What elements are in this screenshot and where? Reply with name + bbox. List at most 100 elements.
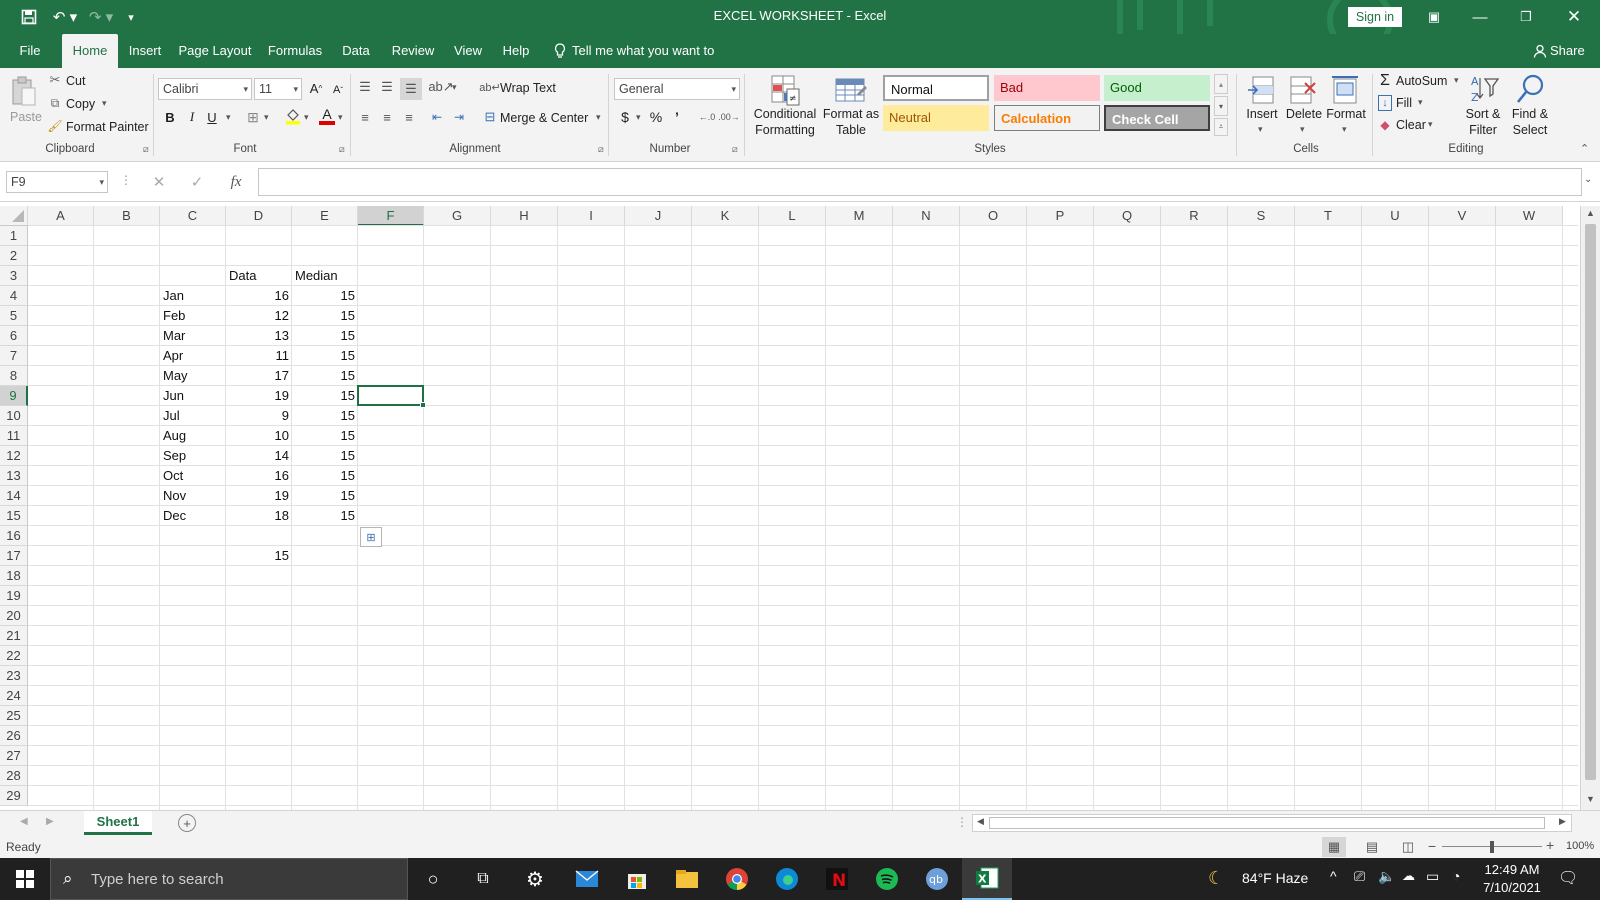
align-left-icon[interactable]: ≡ [356, 108, 374, 126]
row-header-24[interactable]: 24 [0, 686, 28, 706]
underline-button[interactable]: U [204, 107, 220, 127]
column-header-E[interactable]: E [292, 206, 358, 226]
column-header-R[interactable]: R [1161, 206, 1228, 226]
column-header-I[interactable]: I [558, 206, 625, 226]
paste-button[interactable]: Paste [10, 110, 42, 124]
sort-filter-icon[interactable]: AZ [1468, 72, 1500, 106]
insert-dropdown-icon[interactable]: ▾ [1258, 124, 1263, 135]
fill-button[interactable]: Fill [1396, 96, 1412, 110]
close-icon[interactable]: ✕ [1562, 6, 1586, 28]
redo-icon[interactable]: ↷ ▾ [86, 8, 116, 26]
clipboard-launcher-icon[interactable]: ⧄ [143, 144, 149, 155]
cell-E9[interactable]: 15 [292, 386, 358, 406]
tab-review[interactable]: Review [388, 34, 438, 68]
column-header-J[interactable]: J [625, 206, 692, 226]
auto-fill-options-button[interactable]: ⊞ [360, 527, 382, 547]
font-size-combo[interactable]: 11 ▾ [254, 78, 302, 100]
cell-E10[interactable]: 15 [292, 406, 358, 426]
currency-button[interactable]: $ [618, 108, 632, 126]
styles-scroll-down-icon[interactable]: ▾ [1214, 96, 1228, 116]
align-bottom-icon[interactable]: ☰ [400, 78, 422, 100]
style-bad[interactable]: Bad [994, 75, 1100, 101]
fill-dropdown-icon[interactable]: ▾ [1418, 97, 1423, 108]
font-color-icon[interactable]: A [318, 105, 336, 127]
tab-split-handle-icon[interactable]: ⋮ [956, 815, 968, 829]
cell-E6[interactable]: 15 [292, 326, 358, 346]
column-header-T[interactable]: T [1295, 206, 1362, 226]
row-header-6[interactable]: 6 [0, 326, 28, 346]
formula-input[interactable] [258, 168, 1582, 196]
cell-C11[interactable]: Aug [160, 426, 226, 446]
sort-filter-line2[interactable]: Filter [1462, 123, 1504, 137]
delete-cells-button[interactable]: Delete [1285, 107, 1323, 121]
cell-E3[interactable]: Median [292, 266, 358, 286]
style-good[interactable]: Good [1104, 75, 1210, 101]
task-view-icon[interactable]: ⧉ [458, 858, 508, 900]
copy-dropdown-icon[interactable]: ▾ [102, 98, 107, 109]
format-painter-button[interactable]: Format Painter [66, 120, 149, 134]
clear-dropdown-icon[interactable]: ▾ [1428, 119, 1433, 130]
tab-view[interactable]: View [450, 34, 486, 68]
find-select-icon[interactable] [1514, 72, 1546, 106]
autosum-button[interactable]: AutoSum [1396, 74, 1447, 88]
style-neutral[interactable]: Neutral [883, 105, 989, 131]
clock-date[interactable]: 7/10/2021 [1474, 880, 1550, 895]
cell-D9[interactable]: 19 [226, 386, 292, 406]
cell-D10[interactable]: 9 [226, 406, 292, 426]
page-break-view-icon[interactable]: ◫ [1396, 837, 1420, 857]
page-layout-view-icon[interactable]: ▤ [1360, 837, 1384, 857]
cell-D7[interactable]: 11 [226, 346, 292, 366]
row-header-7[interactable]: 7 [0, 346, 28, 366]
battery-icon[interactable]: ▭ [1426, 868, 1439, 885]
sort-filter-line1[interactable]: Sort & [1462, 107, 1504, 121]
notifications-icon[interactable]: 🗨 [1558, 868, 1578, 888]
find-select-line1[interactable]: Find & [1508, 107, 1552, 121]
row-header-11[interactable]: 11 [0, 426, 28, 446]
column-header-G[interactable]: G [424, 206, 491, 226]
column-header-V[interactable]: V [1429, 206, 1496, 226]
row-header-4[interactable]: 4 [0, 286, 28, 306]
row-header-21[interactable]: 21 [0, 626, 28, 646]
format-as-table-line1[interactable]: Format as [820, 107, 882, 121]
cell-D12[interactable]: 14 [226, 446, 292, 466]
decrease-font-size-icon[interactable]: Aˇ [330, 80, 346, 100]
number-format-combo[interactable]: General ▾ [614, 78, 740, 100]
orientation-dropdown-icon[interactable]: ▾ [452, 82, 457, 93]
orientation-icon[interactable]: ab↗ [428, 78, 453, 96]
column-header-U[interactable]: U [1362, 206, 1429, 226]
drag-handle-icon[interactable]: ⋮ [120, 173, 132, 187]
row-header-22[interactable]: 22 [0, 646, 28, 666]
comma-style-button[interactable]: ’ [670, 108, 684, 126]
cell-E8[interactable]: 15 [292, 366, 358, 386]
save-icon[interactable] [20, 8, 38, 26]
cell-E4[interactable]: 15 [292, 286, 358, 306]
row-header-19[interactable]: 19 [0, 586, 28, 606]
edge-icon[interactable] [762, 858, 812, 900]
format-dropdown-icon[interactable]: ▾ [1342, 124, 1347, 135]
wrap-text-button[interactable]: Wrap Text [500, 81, 556, 95]
format-as-table-line2[interactable]: Table [820, 123, 882, 137]
cell-C6[interactable]: Mar [160, 326, 226, 346]
store-icon[interactable] [612, 858, 662, 900]
row-header-3[interactable]: 3 [0, 266, 28, 286]
column-header-P[interactable]: P [1027, 206, 1094, 226]
tab-data[interactable]: Data [336, 34, 376, 68]
increase-indent-icon[interactable]: ⇥ [450, 108, 468, 126]
scroll-right-icon[interactable]: ▶ [1559, 816, 1566, 827]
row-header-14[interactable]: 14 [0, 486, 28, 506]
row-header-27[interactable]: 27 [0, 746, 28, 766]
tab-insert[interactable]: Insert [124, 34, 166, 68]
align-right-icon[interactable]: ≡ [400, 108, 418, 126]
row-header-28[interactable]: 28 [0, 766, 28, 786]
scroll-left-icon[interactable]: ◀ [977, 816, 984, 827]
tab-help[interactable]: Help [498, 34, 534, 68]
align-top-icon[interactable]: ☰ [356, 78, 374, 96]
column-header-O[interactable]: O [960, 206, 1027, 226]
weather-text[interactable]: 84°F Haze [1242, 870, 1308, 886]
column-header-C[interactable]: C [160, 206, 226, 226]
column-header-D[interactable]: D [226, 206, 292, 226]
tell-me-search[interactable]: Tell me what you want to do [572, 34, 732, 92]
column-header-A[interactable]: A [28, 206, 94, 226]
restore-icon[interactable]: ❐ [1514, 6, 1538, 28]
cell-C10[interactable]: Jul [160, 406, 226, 426]
